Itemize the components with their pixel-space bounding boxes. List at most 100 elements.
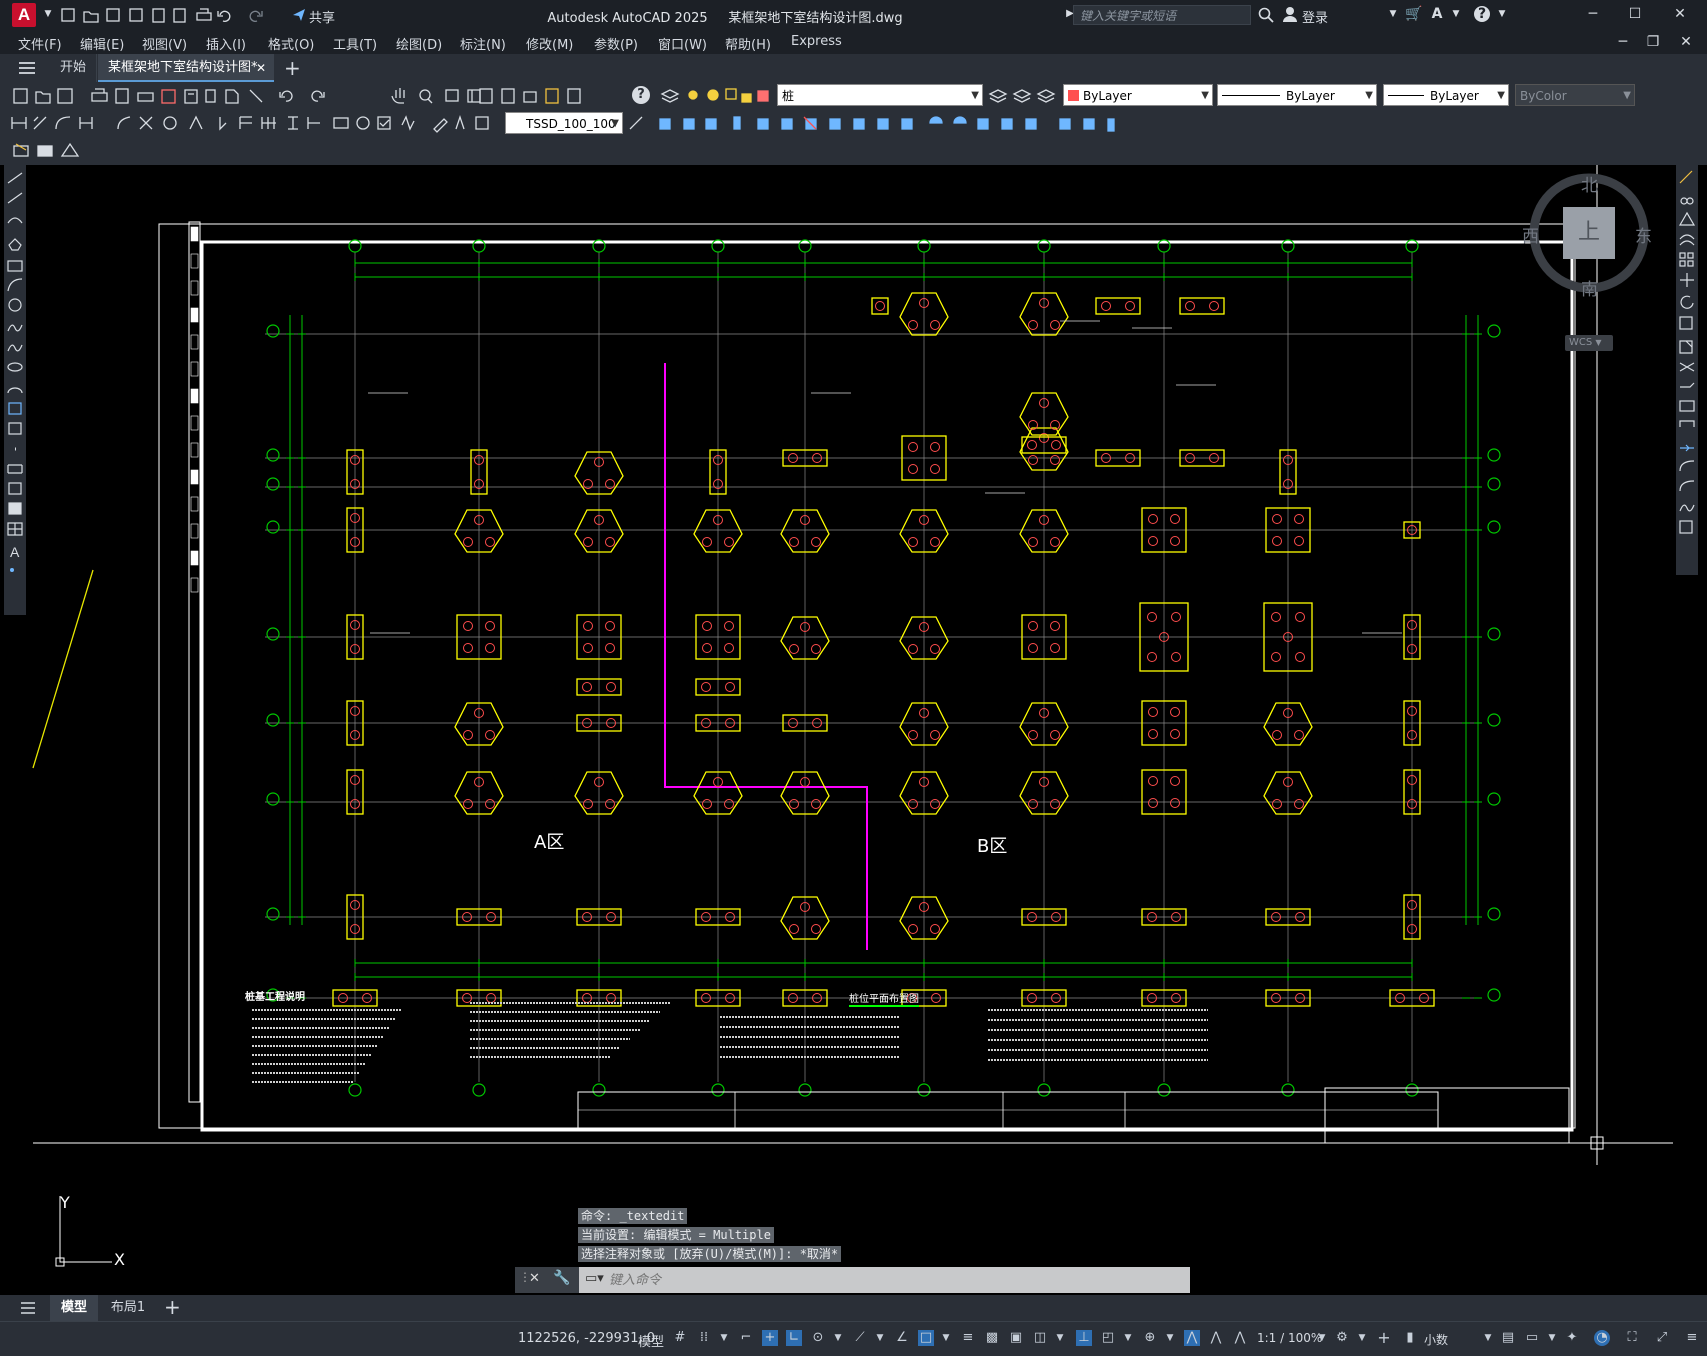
doc-restore-icon[interactable]: ❐	[1645, 34, 1661, 50]
viewcube-top-face[interactable]: 上	[1563, 207, 1615, 259]
help-icon[interactable]: ?	[1474, 6, 1490, 22]
customization-icon[interactable]: ≡	[1684, 1330, 1700, 1346]
workspace-gear-icon[interactable]: ⚙	[1334, 1330, 1350, 1346]
customize-wrench-icon[interactable]: 🔧	[553, 1270, 570, 1286]
menu-modify[interactable]: 修改(M)	[526, 34, 573, 53]
plotstyle-dropdown[interactable]: ByColor ▼	[1515, 84, 1635, 106]
filter-dropdown-icon[interactable]: ▼	[1120, 1330, 1136, 1346]
scale-dropdown-icon[interactable]: ▼	[1314, 1330, 1330, 1346]
object-snap-icon[interactable]: □	[918, 1330, 934, 1346]
compass-west[interactable]: 西	[1522, 222, 1539, 247]
3d-osnap-dropdown-icon[interactable]: ▼	[1052, 1330, 1068, 1346]
lock-ui-icon[interactable]: ▭	[1524, 1330, 1540, 1346]
hamburger-menu-icon[interactable]	[18, 61, 36, 75]
menu-format[interactable]: 格式(O)	[268, 34, 314, 53]
selection-cycling-icon[interactable]: ▣	[1008, 1330, 1024, 1346]
color-dropdown[interactable]: ByLayer ▼	[1063, 84, 1213, 106]
new-tab-icon[interactable]: +	[284, 56, 301, 80]
polar-tracking-icon[interactable]: ⊙	[810, 1330, 826, 1346]
menu-tools[interactable]: 工具(T)	[333, 34, 377, 53]
polar-dropdown-icon[interactable]: ▼	[830, 1330, 846, 1346]
viewcube[interactable]: 上 北 南 东 西	[1522, 171, 1652, 300]
app-store-dropdown-icon[interactable]: ▼	[1448, 6, 1464, 22]
autodesk-app-icon[interactable]: A	[1429, 6, 1445, 22]
units-dropdown-icon[interactable]: ▼	[1480, 1330, 1496, 1346]
iso-dropdown-icon[interactable]: ▼	[872, 1330, 888, 1346]
drawing-canvas[interactable]: A区 B区 桩位平面布置图 桩基工程说明 上 北 南 东 西 WCS ▼ Y X	[0, 165, 1707, 1295]
menu-help[interactable]: 帮助(H)	[725, 34, 771, 53]
compass-north[interactable]: 北	[1581, 171, 1598, 196]
graphics-performance-icon[interactable]: ◔	[1594, 1330, 1610, 1346]
3d-osnap-icon[interactable]: ◫	[1032, 1330, 1048, 1346]
ortho-mode-icon[interactable]: ∟	[786, 1330, 802, 1346]
login-button[interactable]: 登录	[1302, 7, 1328, 26]
tab-start[interactable]: 开始	[50, 54, 98, 82]
auto-scale-icon[interactable]: ⋀	[1208, 1330, 1224, 1346]
gizmo-icon[interactable]: ⊕	[1142, 1330, 1158, 1346]
annotation-scale-readout[interactable]: 1:1 / 100%	[1257, 1331, 1322, 1345]
lock-ui-dropdown-icon[interactable]: ▼	[1544, 1330, 1560, 1346]
dimstyle-dropdown[interactable]: TSSD_100_100 ▼	[505, 112, 623, 134]
annotation-scale-icon[interactable]: ⋀	[1232, 1330, 1248, 1346]
linetype-dropdown[interactable]: ByLayer ▼	[1217, 84, 1377, 106]
model-space-button[interactable]: 模型	[638, 1331, 664, 1350]
snap-dropdown-icon[interactable]: ▼	[716, 1330, 732, 1346]
login-dropdown-icon[interactable]: ▼	[1385, 6, 1401, 22]
search-icon[interactable]	[1258, 7, 1274, 23]
coordinates-readout[interactable]: 1122526, -229931, 0	[518, 1331, 655, 1346]
tab-layout1[interactable]: 布局1	[104, 1295, 152, 1321]
menu-parametric[interactable]: 参数(P)	[594, 34, 638, 53]
clean-screen-icon[interactable]: ⛶	[1624, 1330, 1640, 1346]
wcs-menu[interactable]: WCS ▼	[1565, 335, 1613, 351]
annotation-visibility-icon[interactable]: ⋀	[1184, 1330, 1200, 1346]
menu-view[interactable]: 视图(V)	[142, 34, 187, 53]
close-icon[interactable]: ✕	[1672, 6, 1688, 22]
close-command-line-icon[interactable]: ✕	[529, 1271, 540, 1286]
infer-constraints-icon[interactable]: ⌐	[738, 1330, 754, 1346]
isolate-objects-icon[interactable]: ✦	[1564, 1330, 1580, 1346]
help-button[interactable]: ?	[632, 86, 650, 104]
compass-south[interactable]: 南	[1581, 275, 1598, 300]
layout-menu-icon[interactable]	[20, 1302, 36, 1314]
dynamic-ucs-icon[interactable]: ⊥	[1076, 1330, 1092, 1346]
menu-express[interactable]: Express	[791, 34, 842, 49]
gizmo-dropdown-icon[interactable]: ▼	[1162, 1330, 1178, 1346]
snap-mode-icon[interactable]: ⁞⁞	[696, 1330, 712, 1346]
transparency-icon[interactable]: ▩	[984, 1330, 1000, 1346]
object-snap-tracking-icon[interactable]: ∠	[894, 1330, 910, 1346]
osnap-dropdown-icon[interactable]: ▼	[938, 1330, 954, 1346]
doc-minimize-icon[interactable]: ─	[1615, 34, 1631, 50]
menu-window[interactable]: 窗口(W)	[658, 34, 707, 53]
layer-dropdown[interactable]: 桩 ▼	[777, 84, 983, 106]
units-readout[interactable]: 小数	[1424, 1331, 1448, 1348]
command-input[interactable]	[607, 1269, 1186, 1291]
lineweight-dropdown[interactable]: ByLayer ▼	[1383, 84, 1509, 106]
workspace-dropdown-icon[interactable]: ▼	[1354, 1330, 1370, 1346]
help-dropdown-icon[interactable]: ▼	[1494, 6, 1510, 22]
recent-commands-icon[interactable]: ▭▾	[585, 1271, 604, 1286]
menu-draw[interactable]: 绘图(D)	[396, 34, 442, 53]
fullscreen-icon[interactable]: ⤢	[1654, 1330, 1670, 1346]
user-icon[interactable]	[1282, 6, 1298, 22]
minimize-icon[interactable]: ─	[1585, 6, 1601, 22]
units-icon[interactable]: ▮	[1402, 1330, 1418, 1346]
quick-properties-icon[interactable]: ▤	[1500, 1330, 1516, 1346]
selection-filter-icon[interactable]: ◰	[1100, 1330, 1116, 1346]
menu-insert[interactable]: 插入(I)	[206, 34, 246, 53]
menu-edit[interactable]: 编辑(E)	[80, 34, 124, 53]
lineweight-display-icon[interactable]: ≡	[960, 1330, 976, 1346]
menu-dimension[interactable]: 标注(N)	[460, 34, 506, 53]
maximize-icon[interactable]: ☐	[1627, 6, 1643, 22]
cart-icon[interactable]: 🛒	[1405, 6, 1422, 22]
cad-drawing[interactable]	[0, 165, 1707, 1295]
add-layout-icon[interactable]: +	[164, 1295, 181, 1319]
tab-close-icon[interactable]: ✕	[256, 54, 266, 82]
dynamic-input-icon[interactable]: +	[762, 1330, 778, 1346]
compass-east[interactable]: 东	[1635, 222, 1652, 247]
isometric-drafting-icon[interactable]: ⟋	[852, 1330, 868, 1346]
annotation-monitor-icon[interactable]: +	[1376, 1330, 1392, 1346]
search-input[interactable]: 键入关键字或短语	[1073, 5, 1251, 25]
doc-close-icon[interactable]: ✕	[1678, 34, 1694, 50]
tab-model[interactable]: 模型	[50, 1295, 98, 1321]
grid-icon[interactable]: #	[672, 1330, 688, 1346]
